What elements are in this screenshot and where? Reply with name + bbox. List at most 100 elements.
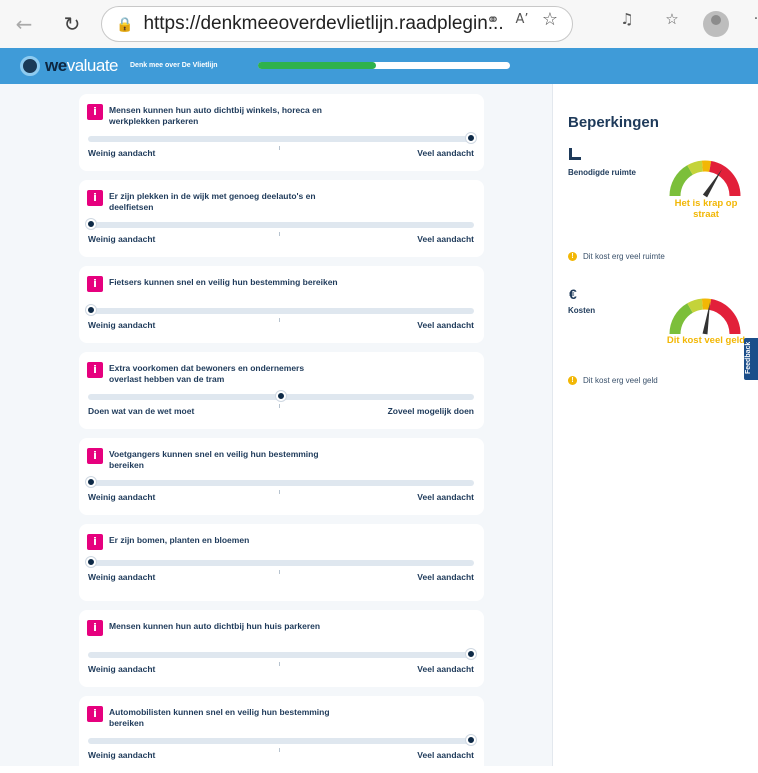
- slider-max-label: Veel aandacht: [417, 234, 474, 244]
- card-title: Er zijn plekken in de wijk met genoeg de…: [109, 191, 339, 213]
- slider-thumb[interactable]: [466, 735, 476, 745]
- slider-track[interactable]: [88, 560, 474, 566]
- browser-toolbar: ← ↻ 🔒 https://denkmeeoverdevlietlijn.raa…: [0, 0, 758, 48]
- slider-mid-tick: [279, 570, 280, 574]
- info-icon[interactable]: i: [87, 534, 103, 550]
- slider-thumb[interactable]: [86, 219, 96, 229]
- back-arrow-icon[interactable]: ←: [10, 10, 38, 38]
- slider-track[interactable]: [88, 652, 474, 658]
- slider-card: i Automobilisten kunnen snel en veilig hu…: [79, 696, 484, 773]
- space-warning: ! Dit kost erg veel ruimte: [568, 252, 665, 261]
- slider-thumb[interactable]: [86, 477, 96, 487]
- card-title: Er zijn bomen, planten en bloemen: [109, 535, 339, 546]
- slider-mid-tick: [279, 748, 280, 752]
- slider-card: i Voetgangers kunnen snel en veilig hun b…: [79, 438, 484, 515]
- card-title: Mensen kunnen hun auto dichtbij winkels,…: [109, 105, 339, 127]
- slider-card: i Er zijn plekken in de wijk met genoeg d…: [79, 180, 484, 257]
- header-subtitle: Denk mee over De Vlietlijn: [130, 62, 218, 69]
- priority-list: i Mensen kunnen hun auto dichtbij winkels…: [0, 84, 552, 766]
- info-icon[interactable]: i: [87, 706, 103, 722]
- slider-card: i Extra voorkomen dat bewoners en onderne…: [79, 352, 484, 429]
- logo-text: wevaluate: [45, 56, 118, 76]
- slider-track[interactable]: [88, 480, 474, 486]
- info-icon[interactable]: i: [87, 276, 103, 292]
- euro-icon: €: [569, 286, 577, 302]
- info-icon[interactable]: i: [87, 104, 103, 120]
- slider-thumb[interactable]: [86, 557, 96, 567]
- slider-thumb[interactable]: [86, 305, 96, 315]
- slider-min-label: Weinig aandacht: [88, 492, 155, 502]
- info-icon[interactable]: i: [87, 448, 103, 464]
- slider-mid-tick: [279, 662, 280, 666]
- slider-min-label: Doen wat van de wet moet: [88, 406, 194, 416]
- slider-min-label: Weinig aandacht: [88, 320, 155, 330]
- slider-max-label: Veel aandacht: [417, 320, 474, 330]
- read-aloud-icon[interactable]: A’: [510, 7, 534, 31]
- warning-icon: !: [568, 376, 577, 385]
- card-title: Fietsers kunnen snel en veilig hun beste…: [109, 277, 339, 288]
- info-icon[interactable]: i: [87, 190, 103, 206]
- slider-max-label: Veel aandacht: [417, 572, 474, 582]
- slider-card: i Er zijn bomen, planten en bloemen Weinig…: [79, 524, 484, 601]
- slider-max-label: Veel aandacht: [417, 664, 474, 674]
- cost-warning: ! Dit kost erg veel geld: [568, 376, 658, 385]
- cost-gauge: [669, 296, 741, 336]
- constraints-panel: Beperkingen Benodigde ruimte Het is krap…: [552, 84, 758, 766]
- card-title: Mensen kunnen hun auto dichtbij hun huis…: [109, 621, 339, 632]
- collections-icon[interactable]: ♫: [615, 7, 639, 31]
- slider-mid-tick: [279, 490, 280, 494]
- card-title: Voetgangers kunnen snel en veilig hun be…: [109, 449, 339, 471]
- slider-track[interactable]: [88, 738, 474, 744]
- slider-max-label: Veel aandacht: [417, 492, 474, 502]
- slider-card: i Fietsers kunnen snel en veilig hun best…: [79, 266, 484, 343]
- slider-card: i Mensen kunnen hun auto dichtbij hun hui…: [79, 610, 484, 687]
- slider-track[interactable]: [88, 136, 474, 142]
- slider-card: i Mensen kunnen hun auto dichtbij winkels…: [79, 94, 484, 171]
- gauge-segment: [675, 170, 690, 196]
- address-url: https://denkmeeoverdevlietlijn.raadplegi…: [143, 13, 503, 35]
- feedback-tab[interactable]: Feedback: [744, 338, 758, 380]
- warning-icon: !: [568, 252, 577, 261]
- slider-track[interactable]: [88, 308, 474, 314]
- gauge-segment: [710, 304, 735, 334]
- slider-max-label: Zoveel mogelijk doen: [388, 406, 474, 416]
- slider-mid-tick: [279, 318, 280, 322]
- gauge-segment: [675, 308, 690, 334]
- slider-max-label: Veel aandacht: [417, 148, 474, 158]
- favorites-list-icon[interactable]: ☆: [660, 7, 684, 31]
- space-gauge-text: Het is krap op straat: [666, 198, 746, 220]
- wevaluate-logo-icon: [20, 56, 40, 76]
- gauge-segment: [690, 304, 702, 308]
- reload-icon[interactable]: ↻: [58, 10, 86, 38]
- gauge-segment: [690, 166, 702, 170]
- cost-gauge-text: Dit kost veel geld: [666, 335, 746, 346]
- favorite-star-icon[interactable]: ☆: [538, 7, 562, 31]
- slider-min-label: Weinig aandacht: [88, 664, 155, 674]
- card-title: Automobilisten kunnen snel en veilig hun…: [109, 707, 339, 729]
- slider-min-label: Weinig aandacht: [88, 750, 155, 760]
- slider-min-label: Weinig aandacht: [88, 234, 155, 244]
- ruler-icon: [569, 148, 581, 160]
- constraints-title: Beperkingen: [568, 114, 659, 131]
- card-title: Extra voorkomen dat bewoners en ondernem…: [109, 363, 339, 385]
- progress-bar: [258, 62, 510, 69]
- lock-icon: 🔒: [116, 16, 133, 33]
- gauge-needle: [703, 169, 722, 197]
- space-gauge: [669, 158, 741, 198]
- info-icon[interactable]: i: [87, 620, 103, 636]
- slider-thumb[interactable]: [276, 391, 286, 401]
- slider-track[interactable]: [88, 222, 474, 228]
- cost-label: Kosten: [568, 306, 595, 315]
- info-icon[interactable]: i: [87, 362, 103, 378]
- slider-min-label: Weinig aandacht: [88, 572, 155, 582]
- slider-mid-tick: [279, 146, 280, 150]
- slider-thumb[interactable]: [466, 133, 476, 143]
- more-menu-icon[interactable]: ·: [744, 7, 758, 31]
- zoom-icon[interactable]: ⚭: [481, 7, 505, 31]
- slider-min-label: Weinig aandacht: [88, 148, 155, 158]
- profile-avatar[interactable]: [703, 11, 729, 37]
- slider-max-label: Veel aandacht: [417, 750, 474, 760]
- slider-thumb[interactable]: [466, 649, 476, 659]
- space-label: Benodigde ruimte: [568, 168, 636, 177]
- progress-fill: [258, 62, 376, 69]
